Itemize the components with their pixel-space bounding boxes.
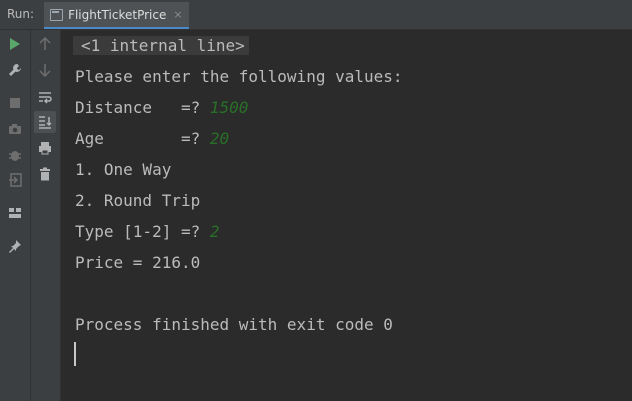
console-line: Please enter the following values: (75, 67, 403, 86)
text-cursor (74, 342, 76, 366)
down-arrow-icon[interactable] (34, 59, 56, 81)
layout-icon[interactable] (4, 202, 26, 224)
console-line: Age =? 20 (75, 123, 229, 154)
age-prompt: Age =? (75, 129, 210, 148)
console-line: Price = 216.0 (75, 253, 201, 272)
close-icon[interactable]: × (173, 8, 182, 21)
stop-icon[interactable] (4, 92, 26, 114)
soft-wrap-icon[interactable] (34, 86, 56, 108)
console-window-icon (50, 8, 64, 21)
rerun-icon[interactable] (4, 33, 26, 55)
scroll-to-end-icon[interactable] (34, 111, 56, 133)
age-input-value: 20 (209, 129, 230, 148)
wrench-icon[interactable] (4, 59, 26, 81)
up-arrow-icon[interactable] (34, 33, 56, 55)
tab-flight-ticket-price[interactable]: FlightTicketPrice × (44, 2, 189, 29)
console-actions-toolbar (30, 30, 61, 401)
console-line: Type [1-2] =? 2 (75, 216, 220, 247)
trash-icon[interactable] (34, 163, 56, 185)
run-actions-toolbar (0, 30, 30, 401)
console-line: 2. Round Trip (75, 191, 201, 210)
print-icon[interactable] (34, 137, 56, 159)
folded-internal-line[interactable]: <1 internal line> (73, 36, 249, 55)
console-output[interactable]: <1 internal line> Please enter the follo… (61, 30, 632, 401)
exit-icon[interactable] (4, 169, 26, 191)
console-line: Process finished with exit code 0 (75, 315, 393, 334)
pin-icon[interactable] (4, 235, 26, 257)
run-label: Run: (7, 7, 35, 21)
type-prompt: Type [1-2] =? (75, 222, 210, 241)
camera-icon[interactable] (4, 118, 26, 140)
tab-label: FlightTicketPrice (68, 7, 167, 22)
console-line: <1 internal line> (73, 30, 249, 61)
distance-prompt: Distance =? (75, 98, 210, 117)
type-input-value: 2 (209, 222, 220, 241)
console-line: 1. One Way (75, 160, 172, 179)
run-tool-window-header: Run: FlightTicketPrice × (0, 0, 632, 30)
bug-icon[interactable] (4, 144, 26, 166)
console-line: Distance =? 1500 (75, 92, 248, 123)
distance-input-value: 1500 (209, 98, 249, 117)
